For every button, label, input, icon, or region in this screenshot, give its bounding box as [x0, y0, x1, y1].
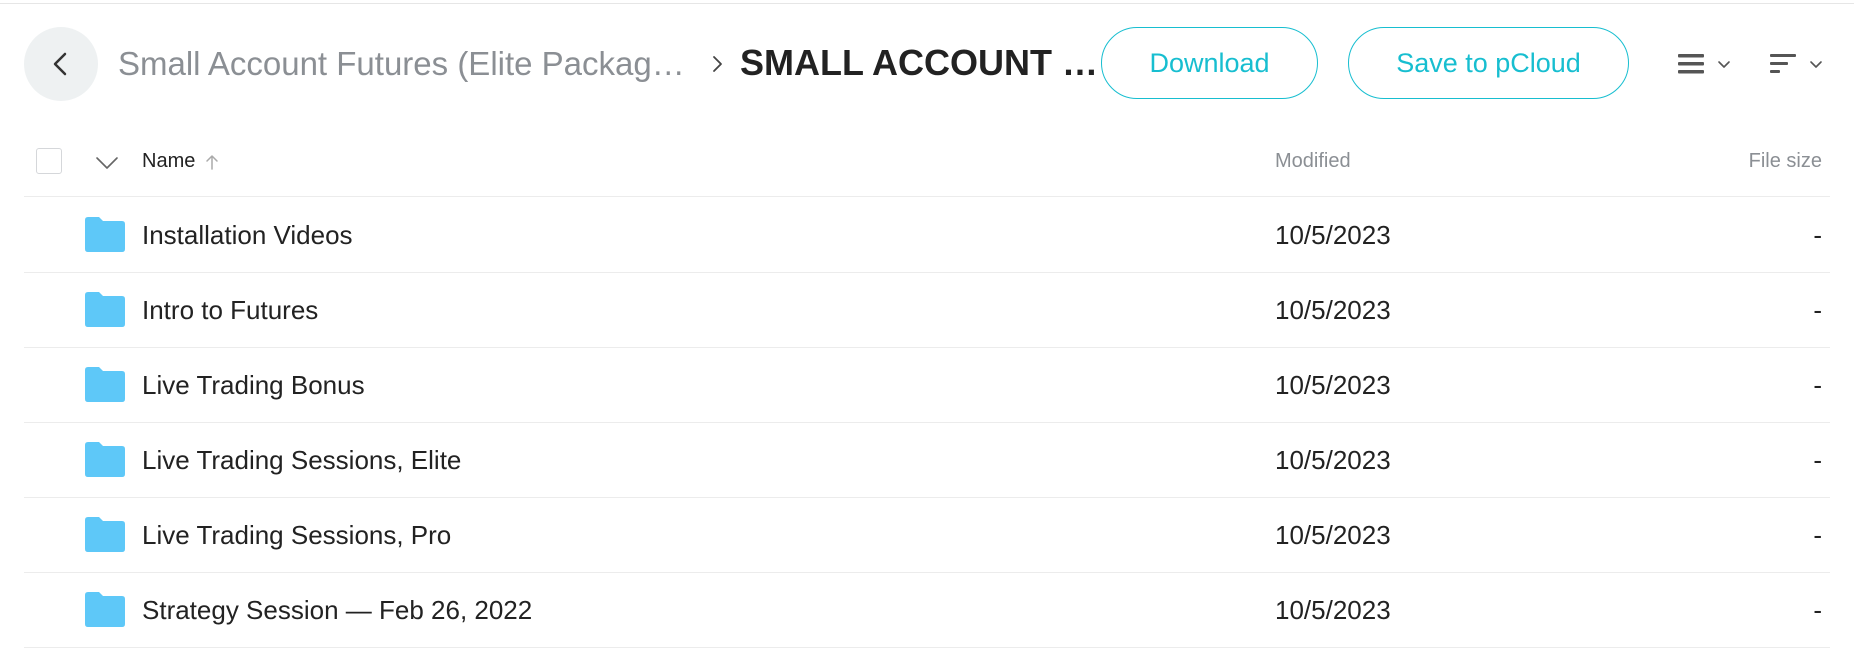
folder-name[interactable]: Strategy Session — Feb 26, 2022 [142, 595, 532, 625]
folder-icon [85, 292, 125, 327]
list-view-icon [1678, 54, 1704, 74]
folder-name[interactable]: Live Trading Bonus [142, 370, 365, 400]
folder-icon [85, 367, 125, 402]
modified-date: 10/5/2023 [1275, 370, 1391, 400]
chevron-down-icon [1718, 61, 1730, 68]
chevron-down-icon [1810, 61, 1822, 68]
table-row[interactable]: Live Trading Bonus 10/5/2023 - [24, 347, 1830, 423]
file-size: - [1813, 220, 1822, 250]
folder-icon [85, 442, 125, 477]
table-row[interactable]: Strategy Session — Feb 26, 2022 10/5/2023… [24, 572, 1830, 648]
modified-date: 10/5/2023 [1275, 445, 1391, 475]
file-size: - [1813, 295, 1822, 325]
folder-name[interactable]: Live Trading Sessions, Pro [142, 520, 451, 550]
breadcrumb-parent-link[interactable]: Small Account Futures (Elite Packag… [118, 44, 686, 84]
table-row[interactable]: Installation Videos 10/5/2023 - [24, 197, 1830, 273]
folder-icon [85, 517, 125, 552]
folder-icon [85, 592, 125, 627]
table-header: Name Modified File size [24, 128, 1830, 197]
top-divider [0, 3, 1854, 4]
sort-ascending-arrow-icon [206, 154, 219, 170]
table-row[interactable]: Live Trading Sessions, Elite 10/5/2023 - [24, 422, 1830, 498]
modified-date: 10/5/2023 [1275, 520, 1391, 550]
sort-dropdown[interactable] [1768, 44, 1824, 84]
select-all-checkbox[interactable] [36, 148, 62, 174]
download-button[interactable]: Download [1101, 27, 1318, 99]
view-mode-dropdown[interactable] [1676, 44, 1732, 84]
folder-name[interactable]: Installation Videos [142, 220, 353, 250]
modified-date: 10/5/2023 [1275, 595, 1391, 625]
modified-date: 10/5/2023 [1275, 220, 1391, 250]
file-size: - [1813, 595, 1822, 625]
sort-icon [1770, 54, 1796, 73]
arrow-left-icon [53, 52, 67, 76]
column-header-file-size[interactable]: File size [1749, 150, 1822, 173]
table-row[interactable]: Intro to Futures 10/5/2023 - [24, 272, 1830, 348]
back-button[interactable] [24, 27, 98, 101]
column-header-modified[interactable]: Modified [1275, 150, 1351, 173]
file-size: - [1813, 445, 1822, 475]
chevron-down-icon[interactable] [92, 148, 122, 178]
column-header-name[interactable]: Name [142, 150, 219, 173]
breadcrumb-current-folder: SMALL ACCOUNT … [740, 42, 1098, 83]
folder-name[interactable]: Intro to Futures [142, 295, 318, 325]
table-row[interactable]: Live Trading Sessions, Pro 10/5/2023 - [24, 497, 1830, 573]
column-header-name-label: Name [142, 150, 196, 172]
modified-date: 10/5/2023 [1275, 295, 1391, 325]
save-to-pcloud-button[interactable]: Save to pCloud [1348, 27, 1629, 99]
chevron-right-icon [713, 56, 722, 72]
folder-name[interactable]: Live Trading Sessions, Elite [142, 445, 461, 475]
file-size: - [1813, 370, 1822, 400]
folder-icon [85, 217, 125, 252]
file-size: - [1813, 520, 1822, 550]
